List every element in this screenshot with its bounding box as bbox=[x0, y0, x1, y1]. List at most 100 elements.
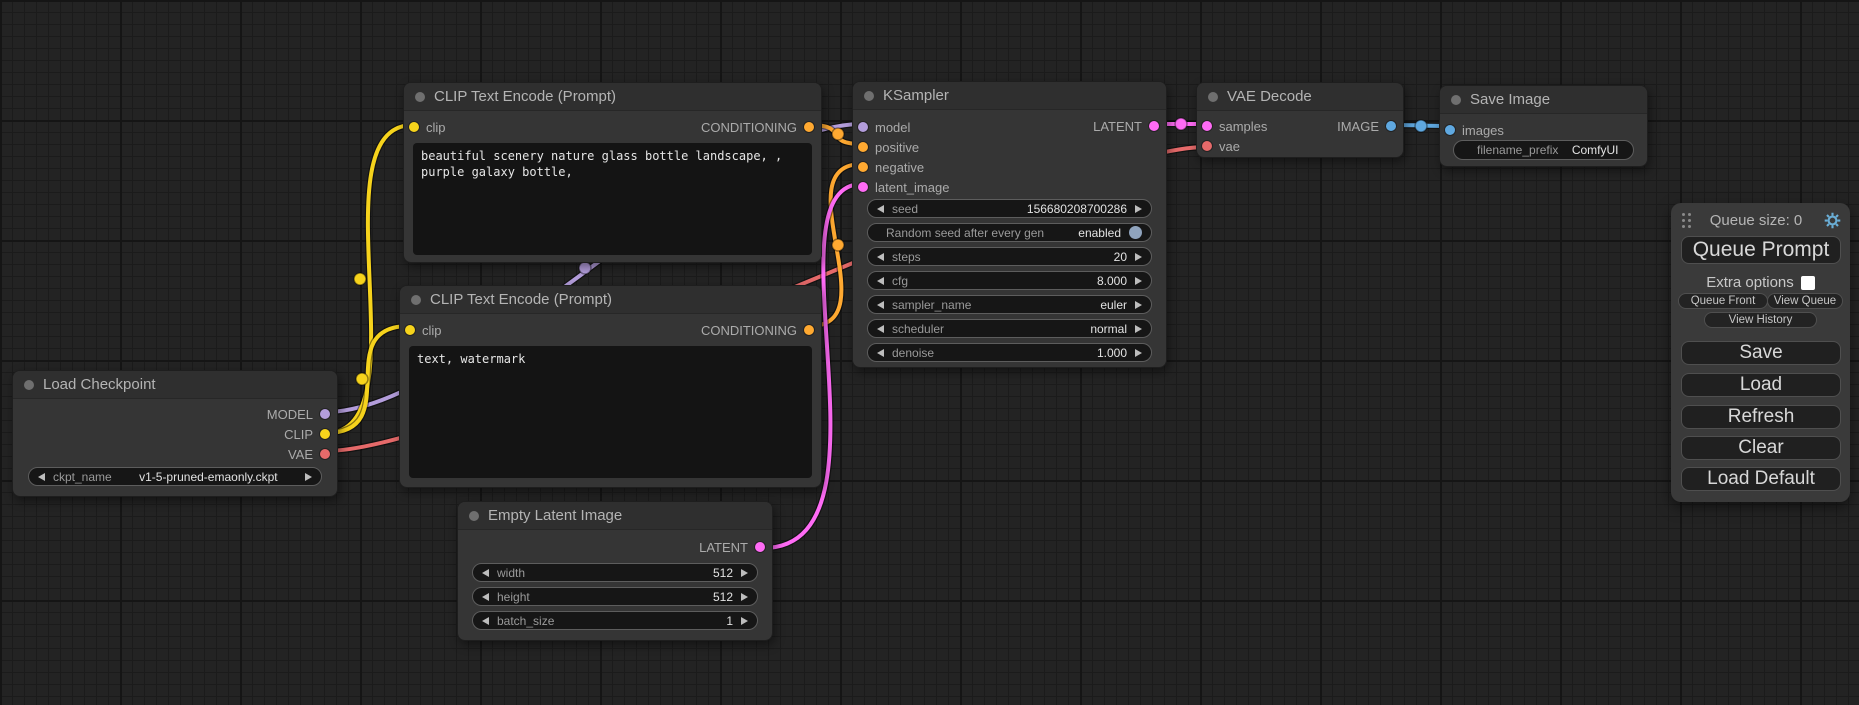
slot-dot-latent[interactable] bbox=[858, 182, 868, 192]
slot-dot-conditioning-output[interactable] bbox=[804, 325, 814, 335]
sampler-name-widget[interactable]: sampler_name euler bbox=[867, 295, 1152, 314]
collapse-dot-icon[interactable] bbox=[1451, 95, 1461, 105]
right-arrow-icon[interactable] bbox=[1135, 325, 1142, 333]
node-header[interactable]: Save Image bbox=[1440, 86, 1647, 114]
refresh-button[interactable]: Refresh bbox=[1681, 405, 1841, 429]
gear-icon[interactable] bbox=[1824, 212, 1841, 229]
node-load-checkpoint[interactable]: Load Checkpoint MODEL CLIP VAE ckpt_name… bbox=[12, 370, 338, 497]
clear-button[interactable]: Clear bbox=[1681, 436, 1841, 460]
left-arrow-icon[interactable] bbox=[38, 473, 45, 481]
slot-dot-clip[interactable] bbox=[320, 429, 330, 439]
save-button[interactable]: Save bbox=[1681, 341, 1841, 365]
collapse-dot-icon[interactable] bbox=[469, 511, 479, 521]
load-button[interactable]: Load bbox=[1681, 373, 1841, 397]
steps-widget[interactable]: steps 20 bbox=[867, 247, 1152, 266]
slot-dot-vae[interactable] bbox=[1202, 141, 1212, 151]
slot-label: vae bbox=[1219, 139, 1240, 154]
node-clip-text-encode-positive[interactable]: CLIP Text Encode (Prompt) clip CONDITION… bbox=[403, 82, 822, 263]
left-arrow-icon[interactable] bbox=[877, 325, 884, 333]
output-slot-model[interactable]: MODEL bbox=[13, 404, 337, 424]
left-arrow-icon[interactable] bbox=[877, 349, 884, 357]
load-default-button[interactable]: Load Default bbox=[1681, 467, 1841, 491]
left-arrow-icon[interactable] bbox=[877, 205, 884, 213]
node-ksampler[interactable]: KSampler LATENT model positive negative … bbox=[852, 81, 1167, 368]
ckpt-name-widget[interactable]: ckpt_name v1-5-pruned-emaonly.ckpt bbox=[28, 467, 322, 486]
right-arrow-icon[interactable] bbox=[1135, 253, 1142, 261]
right-arrow-icon[interactable] bbox=[1135, 277, 1142, 285]
slot-dot-model[interactable] bbox=[858, 122, 868, 132]
wire-clip-to-negative-prompt bbox=[326, 326, 409, 433]
collapse-dot-icon[interactable] bbox=[24, 380, 34, 390]
node-header[interactable]: Load Checkpoint bbox=[13, 371, 337, 399]
slot-dot-conditioning[interactable] bbox=[858, 162, 868, 172]
output-slot-latent[interactable]: LATENT bbox=[458, 537, 772, 557]
slot-dot-model[interactable] bbox=[320, 409, 330, 419]
collapse-dot-icon[interactable] bbox=[415, 92, 425, 102]
node-header[interactable]: Empty Latent Image bbox=[458, 502, 772, 530]
output-slot-vae[interactable]: VAE bbox=[13, 444, 337, 464]
height-widget[interactable]: height 512 bbox=[472, 587, 758, 606]
slot-dot-clip-input[interactable] bbox=[405, 325, 415, 335]
slot-dot-conditioning-output[interactable] bbox=[804, 122, 814, 132]
slot-dot-samples-input[interactable] bbox=[1202, 121, 1212, 131]
slot-dot-vae[interactable] bbox=[320, 449, 330, 459]
slot-dot-latent[interactable] bbox=[1149, 121, 1159, 131]
node-graph-canvas[interactable]: Load Checkpoint MODEL CLIP VAE ckpt_name… bbox=[0, 0, 1859, 705]
node-save-image[interactable]: Save Image images filename_prefix ComfyU… bbox=[1439, 85, 1648, 167]
slot-dot-images[interactable] bbox=[1445, 125, 1455, 135]
width-widget[interactable]: width 512 bbox=[472, 563, 758, 582]
left-arrow-icon[interactable] bbox=[877, 301, 884, 309]
filename-prefix-widget[interactable]: filename_prefix ComfyUI bbox=[1453, 140, 1634, 160]
view-history-button[interactable]: View History bbox=[1704, 312, 1817, 328]
batch-size-widget[interactable]: batch_size 1 bbox=[472, 611, 758, 630]
collapse-dot-icon[interactable] bbox=[864, 91, 874, 101]
slot-dot-latent[interactable] bbox=[755, 542, 765, 552]
denoise-widget[interactable]: denoise 1.000 bbox=[867, 343, 1152, 362]
node-title: Empty Latent Image bbox=[488, 507, 622, 524]
node-vae-decode[interactable]: VAE Decode samples IMAGE vae bbox=[1196, 82, 1404, 158]
node-empty-latent-image[interactable]: Empty Latent Image LATENT width 512 heig… bbox=[457, 501, 773, 641]
extra-options-checkbox[interactable] bbox=[1801, 276, 1815, 290]
slot-dot-clip-input[interactable] bbox=[409, 122, 419, 132]
widget-label: filename_prefix bbox=[1463, 143, 1558, 157]
left-arrow-icon[interactable] bbox=[482, 617, 489, 625]
drag-handle-icon[interactable] bbox=[1682, 213, 1685, 216]
right-arrow-icon[interactable] bbox=[741, 617, 748, 625]
collapse-dot-icon[interactable] bbox=[1208, 92, 1218, 102]
view-queue-button[interactable]: View Queue bbox=[1767, 293, 1843, 309]
queue-front-button[interactable]: Queue Front bbox=[1678, 293, 1768, 309]
scheduler-widget[interactable]: scheduler normal bbox=[867, 319, 1152, 338]
node-header[interactable]: CLIP Text Encode (Prompt) bbox=[404, 83, 821, 111]
input-slot-images[interactable]: images bbox=[1440, 120, 1647, 140]
input-slot-vae[interactable]: vae bbox=[1197, 136, 1403, 156]
random-seed-toggle-widget[interactable]: Random seed after every gen enabled bbox=[867, 223, 1152, 242]
node-header[interactable]: CLIP Text Encode (Prompt) bbox=[400, 286, 821, 314]
right-arrow-icon[interactable] bbox=[1135, 349, 1142, 357]
input-slot-latent-image[interactable]: latent_image bbox=[853, 177, 1166, 197]
left-arrow-icon[interactable] bbox=[877, 277, 884, 285]
left-arrow-icon[interactable] bbox=[482, 569, 489, 577]
node-clip-text-encode-negative[interactable]: CLIP Text Encode (Prompt) clip CONDITION… bbox=[399, 285, 822, 488]
left-arrow-icon[interactable] bbox=[482, 593, 489, 601]
slot-dot-conditioning[interactable] bbox=[858, 142, 868, 152]
right-arrow-icon[interactable] bbox=[1135, 301, 1142, 309]
output-slot-latent[interactable]: LATENT bbox=[1039, 116, 1166, 136]
node-header[interactable]: KSampler bbox=[853, 82, 1166, 110]
input-slot-negative[interactable]: negative bbox=[853, 157, 1166, 177]
right-arrow-icon[interactable] bbox=[741, 569, 748, 577]
node-header[interactable]: VAE Decode bbox=[1197, 83, 1403, 111]
toggle-icon[interactable] bbox=[1129, 226, 1142, 239]
collapse-dot-icon[interactable] bbox=[411, 295, 421, 305]
prompt-textarea[interactable]: text, watermark bbox=[409, 346, 812, 478]
left-arrow-icon[interactable] bbox=[877, 253, 884, 261]
input-slot-positive[interactable]: positive bbox=[853, 137, 1166, 157]
slot-dot-image-output[interactable] bbox=[1386, 121, 1396, 131]
output-slot-clip[interactable]: CLIP bbox=[13, 424, 337, 444]
prompt-textarea[interactable]: beautiful scenery nature glass bottle la… bbox=[413, 143, 812, 255]
cfg-widget[interactable]: cfg 8.000 bbox=[867, 271, 1152, 290]
right-arrow-icon[interactable] bbox=[305, 473, 312, 481]
right-arrow-icon[interactable] bbox=[1135, 205, 1142, 213]
queue-prompt-button[interactable]: Queue Prompt bbox=[1681, 236, 1841, 264]
seed-widget[interactable]: seed 156680208700286 bbox=[867, 199, 1152, 218]
right-arrow-icon[interactable] bbox=[741, 593, 748, 601]
